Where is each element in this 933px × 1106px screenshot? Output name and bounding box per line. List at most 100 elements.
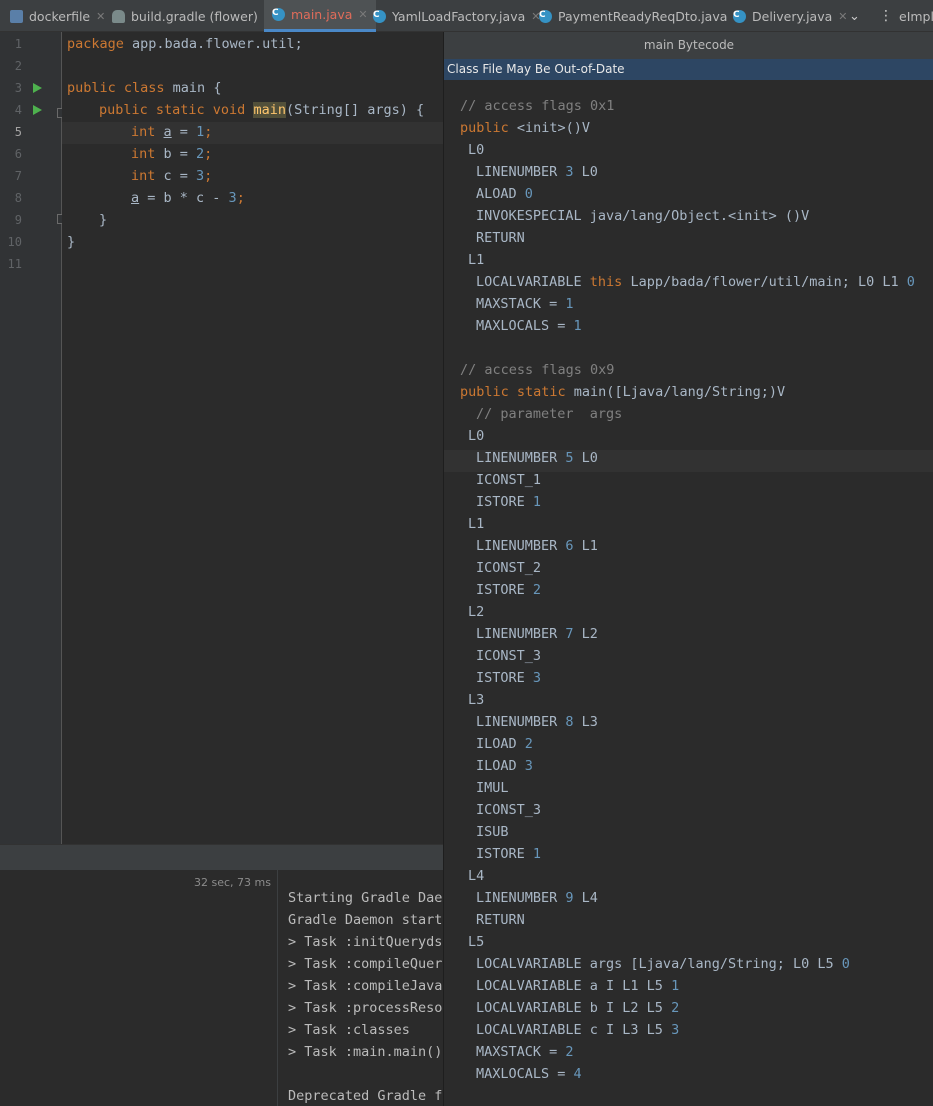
bytecode-line: ICONST_2 (476, 560, 542, 576)
console-line: Starting Gradle Daem (288, 890, 443, 906)
bytecode-line: ISTORE 2 (476, 582, 541, 598)
tab-label: YamlLoadFactory.java (392, 8, 526, 24)
tab-dockerfile[interactable]: dockerfile ✕ (10, 0, 105, 32)
bytecode-line: LOCALVARIABLE c I L3 L5 3 (476, 1022, 679, 1038)
bytecode-text: LINENUMBER (476, 714, 566, 730)
bytecode-comment: // access flags 0x1 (460, 98, 615, 114)
bytecode-comment: // access flags 0x9 (460, 362, 615, 378)
number: 0 (906, 274, 915, 290)
tab-label: eImpl. (899, 8, 933, 24)
bytecode-text: LINENUMBER (476, 538, 566, 554)
bytecode-text: LOCALVARIABLE (476, 274, 590, 290)
panel-divider (0, 844, 443, 871)
run-main-icon[interactable] (33, 105, 42, 115)
console-line: Deprecated Gradle fe (288, 1088, 443, 1104)
tab-label: build.gradle (flower) (131, 8, 258, 24)
number: 1 (671, 978, 680, 994)
tab-paymentreadyreqdto[interactable]: C PaymentReadyReqDto.java ✕ (539, 0, 743, 32)
code-editor[interactable]: package app.bada.flower.util; public cla… (62, 32, 443, 844)
variable: a (163, 124, 172, 140)
bytecode-text: ISTORE (476, 582, 533, 598)
keyword: public class (67, 80, 165, 96)
code-text: b = (155, 146, 197, 162)
line-number: 3 (14, 81, 22, 95)
bytecode-text: MAXLOCALS = (476, 318, 574, 334)
bytecode-comment: // parameter args (476, 406, 623, 422)
bytecode-line: ALOAD 0 (476, 186, 533, 202)
code-line-8: a = b * c - 3; (131, 190, 245, 206)
java-class-icon: C (733, 9, 746, 23)
bytecode-line: LINENUMBER 8 L3 (476, 714, 598, 730)
bytecode-text: L0 (573, 450, 598, 466)
bytecode-line: LINENUMBER 7 L2 (476, 626, 598, 642)
tab-delivery[interactable]: C Delivery.java ✕ (733, 0, 848, 32)
bytecode-line: MAXSTACK = 1 (476, 296, 574, 312)
number: 1 (565, 296, 574, 312)
bytecode-text: L3 (573, 714, 598, 730)
close-icon[interactable]: ✕ (358, 8, 367, 21)
keyword: public (460, 120, 509, 136)
chevron-down-icon[interactable]: ⌄ (849, 0, 860, 32)
line-number: 6 (14, 147, 22, 161)
run-tree[interactable]: 32 sec, 73 ms (0, 870, 278, 1106)
bytecode-line: ICONST_3 (476, 648, 542, 664)
console-line: Gradle Daemon starte (288, 912, 443, 928)
number: 7 (565, 626, 574, 642)
number: 1 (573, 318, 582, 334)
bytecode-text: LINENUMBER (476, 890, 566, 906)
bytecode-label: L1 (468, 252, 485, 268)
number: 3 (671, 1022, 680, 1038)
semicolon: ; (204, 124, 213, 140)
bytecode-line: ISTORE 3 (476, 670, 541, 686)
console-line: > Task :main.main() (288, 1044, 443, 1060)
bytecode-text: ISTORE (476, 846, 533, 862)
bytecode-body[interactable]: // access flags 0x1 public <init>()V L0 … (444, 80, 933, 1106)
line-number: 9 (14, 213, 22, 227)
tab-overflow[interactable]: eImpl. (899, 0, 933, 32)
run-class-icon[interactable] (33, 83, 42, 93)
more-vertical-icon[interactable]: ⋮ (879, 0, 893, 32)
bytecode-text: MAXLOCALS = (476, 1066, 574, 1082)
bytecode-line: LINENUMBER 3 L0 (476, 164, 598, 180)
line-number: 2 (14, 59, 22, 73)
run-timing: 32 sec, 73 ms (194, 876, 271, 889)
bytecode-line: RETURN (476, 912, 525, 928)
keyword: package (67, 36, 124, 52)
code-text: app.bada.flower.util; (123, 36, 303, 52)
docker-file-icon (10, 9, 23, 23)
tab-label: Delivery.java (752, 8, 833, 24)
keyword: int (131, 124, 156, 140)
bytecode-line: LOCALVARIABLE args [Ljava/lang/String; L… (476, 956, 850, 972)
bytecode-text: LINENUMBER (476, 164, 566, 180)
bytecode-line: INVOKESPECIAL java/lang/Object.<init> ()… (476, 208, 810, 224)
console-line: > Task :initQuerydsl (288, 934, 443, 950)
number: 0 (524, 186, 533, 202)
number: 5 (565, 450, 574, 466)
close-icon[interactable]: ✕ (96, 10, 105, 23)
number: 2 (565, 1044, 574, 1060)
bytecode-text: ILOAD (476, 758, 525, 774)
bytecode-label: L0 (468, 142, 485, 158)
run-console[interactable]: Starting Gradle Daem Gradle Daemon start… (278, 870, 443, 1106)
code-text: = b * c - (139, 190, 229, 206)
tab-main-java[interactable]: C main.java ✕ (264, 0, 376, 32)
bytecode-line: ISTORE 1 (476, 846, 541, 862)
number: 6 (565, 538, 574, 554)
code-text: (String[] args) { (285, 102, 425, 118)
line-number: 10 (7, 235, 22, 249)
tab-build-gradle[interactable]: build.gradle (flower) ✕ (112, 0, 273, 32)
console-line: > Task :compileQuery (288, 956, 443, 972)
number-literal: 2 (196, 146, 205, 162)
bytecode-line: LOCALVARIABLE b I L2 L5 2 (476, 1000, 679, 1016)
bytecode-text: main([Ljava/lang/String;)V (565, 384, 786, 400)
tab-yamlloadfactory[interactable]: C YamlLoadFactory.java ✕ (373, 0, 540, 32)
close-icon[interactable]: ✕ (838, 10, 847, 23)
bytecode-viewer[interactable]: main Bytecode Class File May Be Out-of-D… (443, 32, 933, 1106)
line-number: 1 (14, 37, 22, 51)
bytecode-line: LINENUMBER 6 L1 (476, 538, 598, 554)
tab-label: dockerfile (29, 8, 91, 24)
code-text: = (171, 124, 197, 140)
keyword: this (589, 274, 623, 290)
bytecode-line: ILOAD 2 (476, 736, 533, 752)
out-of-date-warning: Class File May Be Out-of-Date (444, 59, 933, 80)
